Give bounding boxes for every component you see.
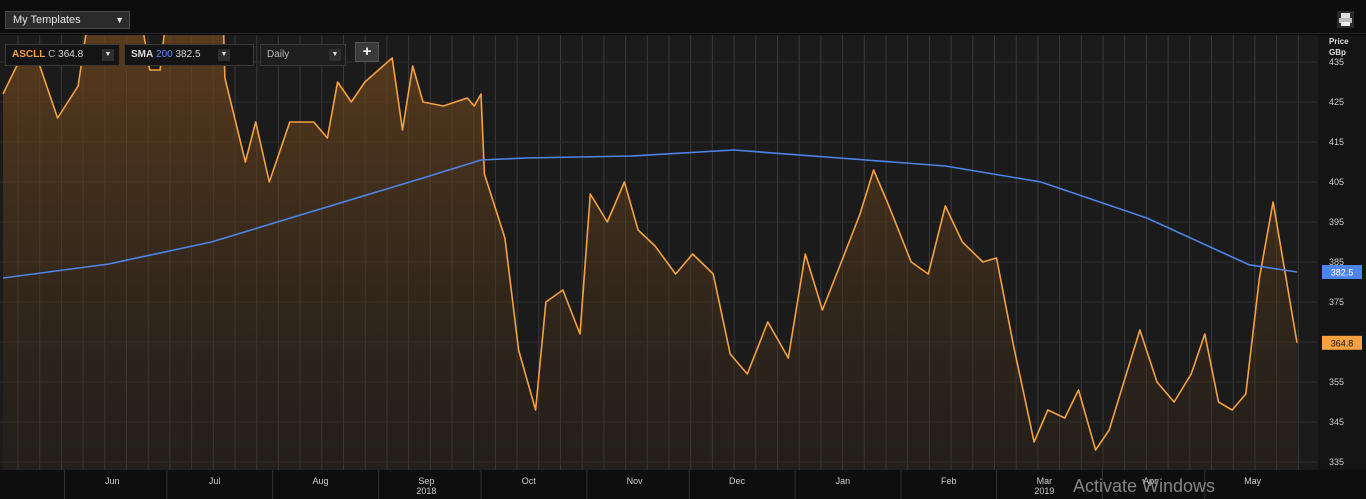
templates-dropdown-label: My Templates [13,14,81,26]
chevron-down-icon[interactable]: ▼ [329,49,341,61]
price-tick-label: 375 [1329,297,1344,307]
chevron-down-icon: ▼ [115,15,124,25]
month-label: Sep [418,476,434,486]
indicator-control[interactable]: SMA 200 382.5 ▼ [124,44,254,66]
price-tick-label: 335 [1329,457,1344,467]
month-label: Oct [522,476,537,486]
year-label: 2018 [416,486,436,496]
chevron-down-icon[interactable]: ▼ [102,49,114,61]
price-tick-label: 425 [1329,97,1344,107]
symbol-control[interactable]: ASCLL C 364.8 ▼ [5,44,120,66]
price-tick-label: 345 [1329,417,1344,427]
top-toolbar: My Templates ▼ [0,0,1366,34]
month-label: Jul [209,476,221,486]
last-price-badge-text: 364.8 [1331,338,1354,348]
month-label: Feb [941,476,957,486]
month-label: Nov [627,476,644,486]
month-label: Jun [105,476,120,486]
interval-label: Daily [267,49,290,60]
indicator-value: 382.5 [175,49,201,60]
indicator-label: SMA [131,49,154,60]
price-tick-label: 435 [1329,57,1344,67]
symbol-label: ASCLL [12,49,46,60]
price-tick-label: 355 [1329,377,1344,387]
month-label: Jan [836,476,851,486]
price-chart[interactable]: 4654554454354254154053953853753653553453… [0,35,1366,499]
month-label: Dec [729,476,746,486]
price-tick-label: 415 [1329,137,1344,147]
interval-select[interactable]: Daily ▼ [260,44,346,66]
month-label: May [1244,476,1262,486]
price-axis-unit: GBp [1329,48,1346,57]
chart-panel: 4654554454354254154053953853753653553453… [0,35,1366,499]
price-axis-title: Price [1329,37,1349,46]
price-tick-label: 395 [1329,217,1344,227]
month-label: Aug [313,476,329,486]
add-indicator-button[interactable]: + [355,42,379,62]
month-label: Mar [1037,476,1053,486]
year-label: 2019 [1034,486,1054,496]
chevron-down-icon[interactable]: ▼ [218,49,230,61]
print-icon[interactable] [1337,11,1354,28]
sma-value-badge-text: 382.5 [1331,268,1354,278]
templates-dropdown[interactable]: My Templates ▼ [5,11,130,29]
close-value: 364.8 [58,49,84,60]
activate-windows-watermark: Activate Windows [1073,476,1216,496]
price-tick-label: 405 [1329,177,1344,187]
close-prefix: C [48,49,56,60]
indicator-period: 200 [156,49,173,60]
